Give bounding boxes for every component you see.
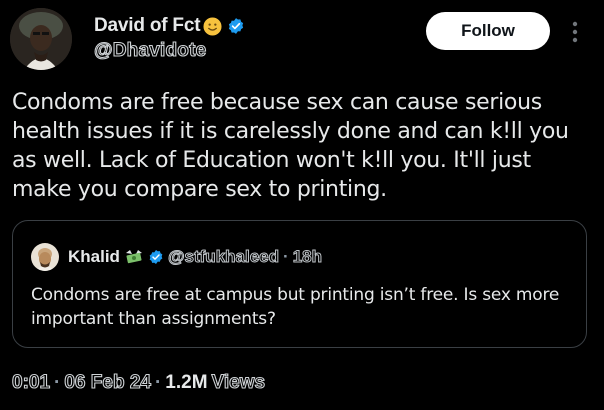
author-avatar-image bbox=[10, 8, 72, 70]
quoted-author-name[interactable]: Khalid bbox=[68, 247, 120, 267]
quoted-tweet-text: Condoms are free at campus but printing … bbox=[31, 285, 560, 329]
views-count: 1.2M bbox=[165, 372, 208, 393]
tweet-date[interactable]: 06 Feb 24 bbox=[64, 371, 152, 394]
quoted-tweet-card[interactable]: Khalid @stfukhaleed · 18h Condoms are fr… bbox=[12, 220, 587, 348]
quoted-separator: · bbox=[283, 247, 289, 266]
views-label: Views bbox=[211, 371, 266, 393]
meta-separator: · bbox=[54, 372, 61, 393]
quoted-tweet-header: Khalid @stfukhaleed · 18h bbox=[68, 246, 322, 268]
author-avatar[interactable] bbox=[10, 8, 72, 70]
author-handle[interactable]: @Dhavidote bbox=[93, 39, 206, 62]
quoted-timestamp[interactable]: 18h bbox=[292, 247, 322, 267]
tweet-text: Condoms are free because sex can cause s… bbox=[12, 90, 569, 202]
tweet-meta: 0:01 · 06 Feb 24 · 1.2M Views bbox=[11, 371, 266, 394]
verified-badge-icon bbox=[148, 249, 164, 265]
slightly-smiling-face-icon bbox=[203, 16, 222, 36]
more-vertical-icon[interactable] bbox=[565, 18, 585, 46]
meta-separator: · bbox=[154, 372, 162, 393]
tweet-time[interactable]: 0:01 bbox=[11, 371, 50, 394]
follow-button[interactable]: Follow bbox=[426, 12, 550, 50]
author-name-row: David of Fct bbox=[94, 14, 245, 38]
author-name[interactable]: David of Fct bbox=[94, 15, 201, 37]
quoted-author-avatar[interactable] bbox=[31, 243, 59, 271]
verified-badge-icon bbox=[227, 17, 245, 35]
tweet-container: David of Fct @Dhavidote Follow Condoms a… bbox=[0, 0, 604, 410]
quoted-author-avatar-image bbox=[31, 243, 59, 271]
money-with-wings-icon bbox=[124, 248, 144, 266]
quoted-author-handle[interactable]: @stfukhaleed bbox=[167, 247, 279, 267]
